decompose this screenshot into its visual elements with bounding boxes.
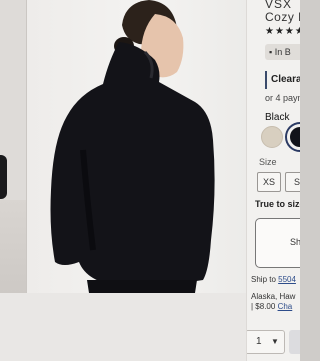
fit-info: True to size <box>255 199 300 209</box>
product-info-panel: VSX Cozy F ★★★★ ▪ In B Clearan or 4 paym… <box>246 0 300 361</box>
color-swatch-black[interactable] <box>287 124 300 150</box>
thumbnail-rail[interactable] <box>0 0 27 293</box>
color-swatch-cream[interactable] <box>261 126 283 148</box>
stock-text: In B <box>274 47 291 57</box>
clearance-badge: Clearan <box>265 71 300 89</box>
chevron-down-icon: ▼ <box>271 337 279 346</box>
shipping-fee: | $8.00 <box>251 302 276 311</box>
selected-color-label: Black <box>265 112 290 123</box>
payment-info: or 4 paym <box>265 93 300 103</box>
add-to-cart-button[interactable] <box>289 330 300 354</box>
stock-badge: ▪ In B <box>265 44 300 60</box>
product-title: Cozy F <box>265 10 300 24</box>
change-link[interactable]: Cha <box>278 302 293 311</box>
size-option-s[interactable]: S <box>285 172 300 192</box>
ship-to-label: Ship to <box>251 275 276 284</box>
thumbnail-image[interactable] <box>0 200 26 293</box>
rating-stars[interactable]: ★★★★ <box>265 26 300 37</box>
page-background <box>0 293 246 361</box>
ship-option-card[interactable]: Sh <box>255 218 300 268</box>
quantity-value: 1 <box>256 336 262 347</box>
zip-code-link[interactable]: 5504 <box>278 275 296 284</box>
size-label: Size <box>259 157 277 167</box>
ship-option-label: Sh <box>290 237 300 247</box>
quantity-select[interactable]: 1 ▼ <box>247 330 285 354</box>
thumbnail-image[interactable] <box>0 155 7 199</box>
size-option-xs[interactable]: XS <box>257 172 281 192</box>
product-main-image[interactable] <box>27 0 246 293</box>
ship-to-line: Ship to 5504 <box>251 275 296 284</box>
shipping-fee-line: | $8.00 Cha <box>251 302 292 311</box>
product-photo-illustration <box>50 0 215 293</box>
region-text: Alaska, Haw <box>251 292 296 301</box>
